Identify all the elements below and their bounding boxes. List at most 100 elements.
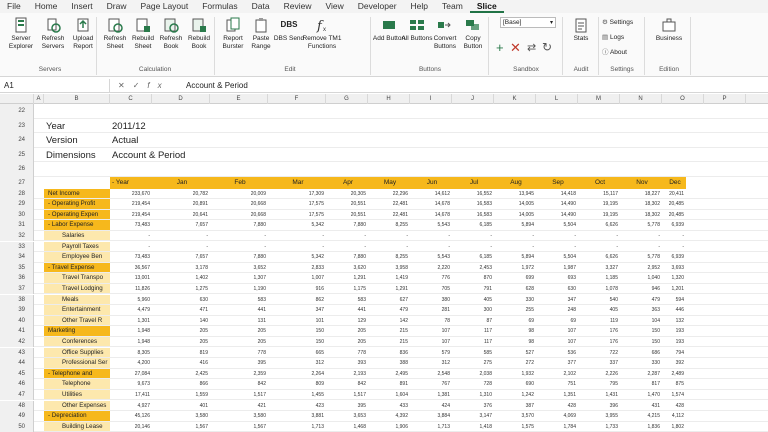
- info-value[interactable]: 2011/12: [112, 121, 146, 132]
- name-box[interactable]: A1: [0, 78, 110, 92]
- tab-home[interactable]: Home: [28, 0, 65, 13]
- row-header[interactable]: 45: [0, 368, 34, 380]
- column-header-K[interactable]: K: [494, 94, 536, 104]
- column-header-G[interactable]: G: [326, 94, 368, 104]
- tab-slice[interactable]: Slice: [469, 0, 504, 13]
- column-header-D[interactable]: D: [152, 94, 210, 104]
- row-header[interactable]: 47: [0, 389, 34, 401]
- info-label: Year: [46, 120, 66, 132]
- row-header[interactable]: 44: [0, 358, 34, 369]
- row-header[interactable]: 40: [0, 315, 34, 327]
- rebuild-book-button[interactable]: Rebuild Book: [182, 17, 216, 51]
- select-all-corner[interactable]: [0, 94, 34, 104]
- tab-draw[interactable]: Draw: [100, 0, 134, 13]
- row-header[interactable]: 48: [0, 400, 34, 412]
- tab-view[interactable]: View: [319, 0, 351, 13]
- row-header[interactable]: 27: [0, 176, 34, 189]
- month-header[interactable]: Jun: [410, 177, 452, 189]
- row-header[interactable]: 46: [0, 379, 34, 390]
- confirm-icon[interactable]: ✓: [133, 81, 148, 90]
- merge-icon[interactable]: ⇄: [527, 41, 536, 54]
- month-header[interactable]: Mar: [268, 177, 326, 189]
- month-header[interactable]: Apr: [326, 177, 368, 189]
- column-header-O[interactable]: O: [662, 94, 704, 104]
- tab-developer[interactable]: Developer: [351, 0, 404, 13]
- row-header[interactable]: 24: [0, 133, 34, 148]
- month-header[interactable]: Sep: [536, 177, 578, 189]
- month-header[interactable]: Jul: [452, 177, 494, 189]
- column-header-J[interactable]: J: [452, 94, 494, 104]
- month-header[interactable]: May: [368, 177, 410, 189]
- sandbox-dropdown[interactable]: [Base] ▾: [500, 17, 556, 28]
- row-header[interactable]: 43: [0, 347, 34, 359]
- tab-data[interactable]: Data: [245, 0, 277, 13]
- cancel-icon[interactable]: ✕: [118, 81, 133, 90]
- row-header[interactable]: 22: [0, 104, 34, 119]
- month-header[interactable]: Dec: [662, 177, 686, 189]
- column-header-N[interactable]: N: [620, 94, 662, 104]
- spreadsheet-grid[interactable]: ABCDEFGHIJKLMNOP 22 23 Year 2011/12 24 Versio…: [0, 94, 768, 432]
- settings-button[interactable]: ⚙ Settings: [602, 18, 633, 28]
- row-header[interactable]: 42: [0, 336, 34, 348]
- plus-icon[interactable]: +: [496, 40, 504, 55]
- month-header[interactable]: Feb: [210, 177, 268, 189]
- row-header[interactable]: 29: [0, 199, 34, 210]
- row-header[interactable]: 39: [0, 305, 34, 316]
- row-header[interactable]: 30: [0, 209, 34, 221]
- tab-review[interactable]: Review: [277, 0, 319, 13]
- copy-button-button[interactable]: Copy Button: [456, 17, 490, 51]
- remove-tm1-functions-button[interactable]: fx Remove TM1 Functions: [300, 17, 344, 51]
- column-header-B[interactable]: B: [44, 94, 110, 104]
- tab-page-layout[interactable]: Page Layout: [134, 0, 196, 13]
- row-header[interactable]: 26: [0, 162, 34, 177]
- stats-button[interactable]: Stats: [564, 17, 598, 43]
- logs-button[interactable]: ▤ Logs: [602, 33, 624, 43]
- server-explorer-button[interactable]: Server Explorer: [4, 17, 38, 51]
- row-header[interactable]: 34: [0, 252, 34, 263]
- column-header-M[interactable]: M: [578, 94, 620, 104]
- tab-file[interactable]: File: [0, 0, 28, 13]
- info-row: [34, 104, 768, 119]
- row-header[interactable]: 28: [0, 188, 34, 200]
- column-header-H[interactable]: H: [368, 94, 410, 104]
- column-header-F[interactable]: F: [268, 94, 326, 104]
- fx-icon[interactable]: fx: [147, 81, 169, 90]
- close-icon[interactable]: ✕: [510, 40, 521, 56]
- row-header[interactable]: 37: [0, 283, 34, 295]
- tab-insert[interactable]: Insert: [64, 0, 99, 13]
- month-header[interactable]: Oct: [578, 177, 620, 189]
- refresh-servers-button[interactable]: Refresh Servers: [36, 17, 70, 51]
- row-header[interactable]: 38: [0, 294, 34, 306]
- row-header[interactable]: 32: [0, 230, 34, 242]
- tab-formulas[interactable]: Formulas: [195, 0, 244, 13]
- row-header[interactable]: 49: [0, 411, 34, 422]
- upload-report-button[interactable]: Upload Report: [66, 17, 100, 51]
- column-header-L[interactable]: L: [536, 94, 578, 104]
- row-header[interactable]: 33: [0, 241, 34, 253]
- month-header[interactable]: Nov: [620, 177, 662, 189]
- grid-row-line: [34, 305, 768, 316]
- column-header-I[interactable]: I: [410, 94, 452, 104]
- business-button[interactable]: Business: [652, 17, 686, 43]
- tab-help[interactable]: Help: [404, 0, 435, 13]
- row-header[interactable]: 35: [0, 262, 34, 274]
- row-header[interactable]: 31: [0, 220, 34, 231]
- info-value[interactable]: Account & Period: [112, 150, 185, 161]
- formula-input[interactable]: Account & Period: [180, 81, 768, 90]
- info-value[interactable]: Actual: [112, 135, 138, 146]
- row-header[interactable]: 23: [0, 118, 34, 133]
- column-header-E[interactable]: E: [210, 94, 268, 104]
- month-header[interactable]: Jan: [152, 177, 210, 189]
- column-header-C[interactable]: C: [110, 94, 152, 104]
- tab-team[interactable]: Team: [435, 0, 470, 13]
- row-header[interactable]: 25: [0, 147, 34, 162]
- month-header[interactable]: - Year: [110, 177, 152, 189]
- refresh-icon[interactable]: ↻: [542, 40, 552, 54]
- row-header[interactable]: 50: [0, 421, 34, 432]
- row-header[interactable]: 41: [0, 326, 34, 337]
- row-header[interactable]: 36: [0, 273, 34, 284]
- column-header-P[interactable]: P: [704, 94, 746, 104]
- month-header[interactable]: Aug: [494, 177, 536, 189]
- column-header-A[interactable]: A: [34, 94, 44, 104]
- about-button[interactable]: ⓘ About: [602, 48, 627, 58]
